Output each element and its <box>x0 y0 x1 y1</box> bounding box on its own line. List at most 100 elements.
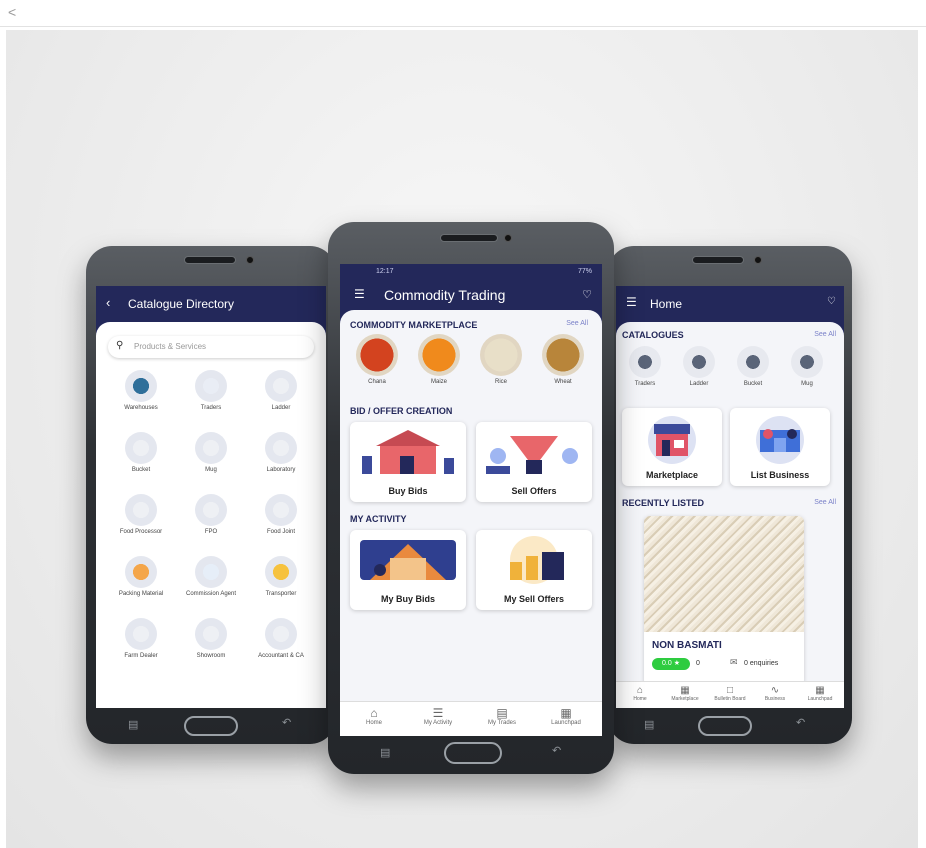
bottom-nav: ⌂ Home ☰ My Activity ▤ My Trades ▦ Launchpad <box>340 701 602 736</box>
commodity-image <box>356 334 398 376</box>
category-icon <box>125 432 157 464</box>
nav-item[interactable]: ∿ Business <box>753 685 797 702</box>
catalogue-item[interactable]: Bucket <box>112 432 170 474</box>
commodity-item[interactable]: Wheat <box>534 334 592 386</box>
product-card[interactable]: NON BASMATI 0.0 ★ 0 ✉ 0 enquiries <box>644 516 804 686</box>
home-button[interactable] <box>698 716 752 736</box>
my-buy-bids-illustration <box>360 540 456 580</box>
catalogue-item[interactable]: Farm Dealer <box>112 618 170 660</box>
camera <box>246 256 254 264</box>
sell-offers-card[interactable]: Sell Offers <box>476 422 592 502</box>
catalogue-item[interactable]: FPO <box>182 494 240 536</box>
catalogue-item-label: Transporter <box>265 591 297 597</box>
catalogue-item[interactable]: Accountant & CA <box>252 618 310 660</box>
catalogue-item[interactable]: Ladder <box>676 346 722 388</box>
back-key[interactable]: ↶ <box>282 716 291 729</box>
category-icon <box>195 556 227 588</box>
buy-bids-card[interactable]: Buy Bids <box>350 422 466 502</box>
back-key[interactable]: ↶ <box>796 716 805 729</box>
see-all-link[interactable]: See All <box>566 320 588 327</box>
list-business-card[interactable]: List Business <box>730 408 830 486</box>
back-key[interactable]: ↶ <box>552 744 561 757</box>
commodity-item[interactable]: Chana <box>348 334 406 386</box>
catalogue-item[interactable]: Food Joint <box>252 494 310 536</box>
home-button[interactable] <box>444 742 502 764</box>
my-sell-offers-label: My Sell Offers <box>503 594 565 604</box>
battery-status: 77% <box>577 268 592 275</box>
catalogue-item[interactable]: Mug <box>784 346 830 388</box>
buy-bids-label: Buy Bids <box>388 486 428 496</box>
my-sell-offers-card[interactable]: My Sell Offers <box>476 530 592 610</box>
menu-key[interactable]: ▤ <box>644 718 654 731</box>
menu-key[interactable]: ▤ <box>128 718 138 731</box>
category-icon <box>737 346 769 378</box>
nav-item[interactable]: ⌂ Home <box>348 706 400 726</box>
catalogue-item[interactable]: Traders <box>182 370 240 412</box>
page-title: Home <box>650 297 683 311</box>
left-screen: ‹ Catalogue Directory ⚲ Products & Servi… <box>96 286 326 708</box>
see-all-link[interactable]: See All <box>814 499 836 506</box>
catalogue-item[interactable]: Showroom <box>182 618 240 660</box>
nav-icon: ∿ <box>770 685 780 696</box>
marketplace-card[interactable]: Marketplace <box>622 408 722 486</box>
catalogue-item-label: Warehouses <box>124 405 158 411</box>
menu-icon[interactable]: ☰ <box>626 295 637 309</box>
commodity-item[interactable]: Maize <box>410 334 468 386</box>
catalogue-item-label: Traders <box>634 381 656 387</box>
bid-heading: BID / OFFER CREATION <box>350 406 453 416</box>
right-screen: ☰ Home ♡ CATALOGUES See All Traders Ladde… <box>616 286 844 708</box>
bell-icon[interactable]: ♡ <box>582 288 592 301</box>
catalogue-item[interactable]: Commission Agent <box>182 556 240 598</box>
catalogue-item-label: Ladder <box>689 381 709 387</box>
catalogue-item[interactable]: Transporter <box>252 556 310 598</box>
search-placeholder: Products & Services <box>134 342 207 351</box>
nav-item[interactable]: ☰ My Activity <box>412 706 464 726</box>
share-icon[interactable]: < <box>8 4 16 20</box>
divider <box>0 26 926 27</box>
nav-label: Marketplace <box>671 696 699 702</box>
status-time: 12:17 <box>376 268 394 275</box>
nav-item[interactable]: ▦ Marketplace <box>663 685 707 702</box>
nav-icon: ⌂ <box>370 706 378 720</box>
catalogue-item[interactable]: Bucket <box>730 346 776 388</box>
catalogues-heading: CATALOGUES <box>622 330 684 340</box>
nav-icon: ▦ <box>815 685 825 696</box>
back-icon[interactable]: ‹ <box>106 295 110 310</box>
bell-icon[interactable]: ♡ <box>827 296 836 307</box>
catalogue-item-label: Showroom <box>196 653 226 659</box>
catalogue-item[interactable]: Laboratory <box>252 432 310 474</box>
menu-icon[interactable]: ☰ <box>354 287 365 301</box>
my-buy-bids-card[interactable]: My Buy Bids <box>350 530 466 610</box>
nav-item[interactable]: ⌂ Home <box>618 685 662 702</box>
nav-item[interactable]: ▦ Launchpad <box>540 706 592 726</box>
nav-item[interactable]: ▤ My Trades <box>476 706 528 726</box>
commodity-item[interactable]: Rice <box>472 334 530 386</box>
catalogue-item[interactable]: Traders <box>622 346 668 388</box>
right-header: ☰ Home ♡ <box>616 286 844 322</box>
nav-item[interactable]: ▦ Launchpad <box>798 685 842 702</box>
catalogue-item-label: Ladder <box>271 405 291 411</box>
marketplace-heading: COMMODITY MARKETPLACE <box>350 320 478 330</box>
bottom-nav: ⌂ Home ▦ Marketplace □ Bulletin Board ∿ Busines… <box>616 681 844 708</box>
nav-label: My Trades <box>487 720 516 726</box>
home-button[interactable] <box>184 716 238 736</box>
catalogue-item[interactable]: Packing Material <box>112 556 170 598</box>
menu-key[interactable]: ▤ <box>380 746 390 759</box>
camera <box>754 256 762 264</box>
catalogue-item[interactable]: Ladder <box>252 370 310 412</box>
nav-item[interactable]: □ Bulletin Board <box>708 685 752 702</box>
right-phone: ☰ Home ♡ CATALOGUES See All Traders Ladde… <box>608 246 852 744</box>
catalogue-item-label: Food Processor <box>119 529 163 535</box>
search-input[interactable]: ⚲ Products & Services <box>108 336 314 358</box>
recently-listed-heading: RECENTLY LISTED <box>622 498 705 508</box>
commodity-image <box>480 334 522 376</box>
commodity-label: Chana <box>368 379 386 385</box>
catalogue-item-label: Mug <box>205 467 217 473</box>
catalogue-item[interactable]: Mug <box>182 432 240 474</box>
see-all-link[interactable]: See All <box>814 331 836 338</box>
catalogue-item[interactable]: Warehouses <box>112 370 170 412</box>
catalogue-item[interactable]: Food Processor <box>112 494 170 536</box>
enquiries-count: 0 enquiries <box>744 660 779 667</box>
category-icon <box>265 494 297 526</box>
catalogue-item-label: Accountant & CA <box>258 653 304 659</box>
